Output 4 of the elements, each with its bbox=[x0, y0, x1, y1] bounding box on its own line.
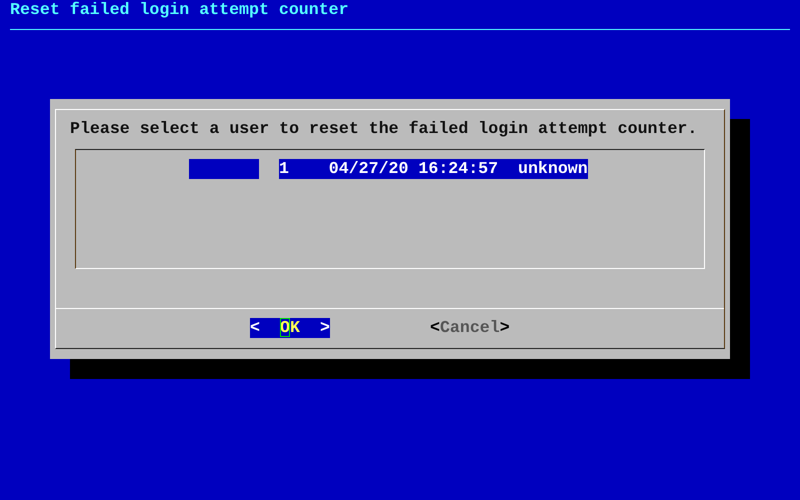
list-item[interactable]: 1 04/27/20 16:24:57 unknown bbox=[279, 159, 588, 179]
screen-title: Reset failed login attempt counter bbox=[10, 0, 349, 20]
cancel-button[interactable]: <Cancel> bbox=[430, 318, 510, 338]
prompt-text: Please select a user to reset the failed login attempt counter. bbox=[70, 119, 698, 139]
